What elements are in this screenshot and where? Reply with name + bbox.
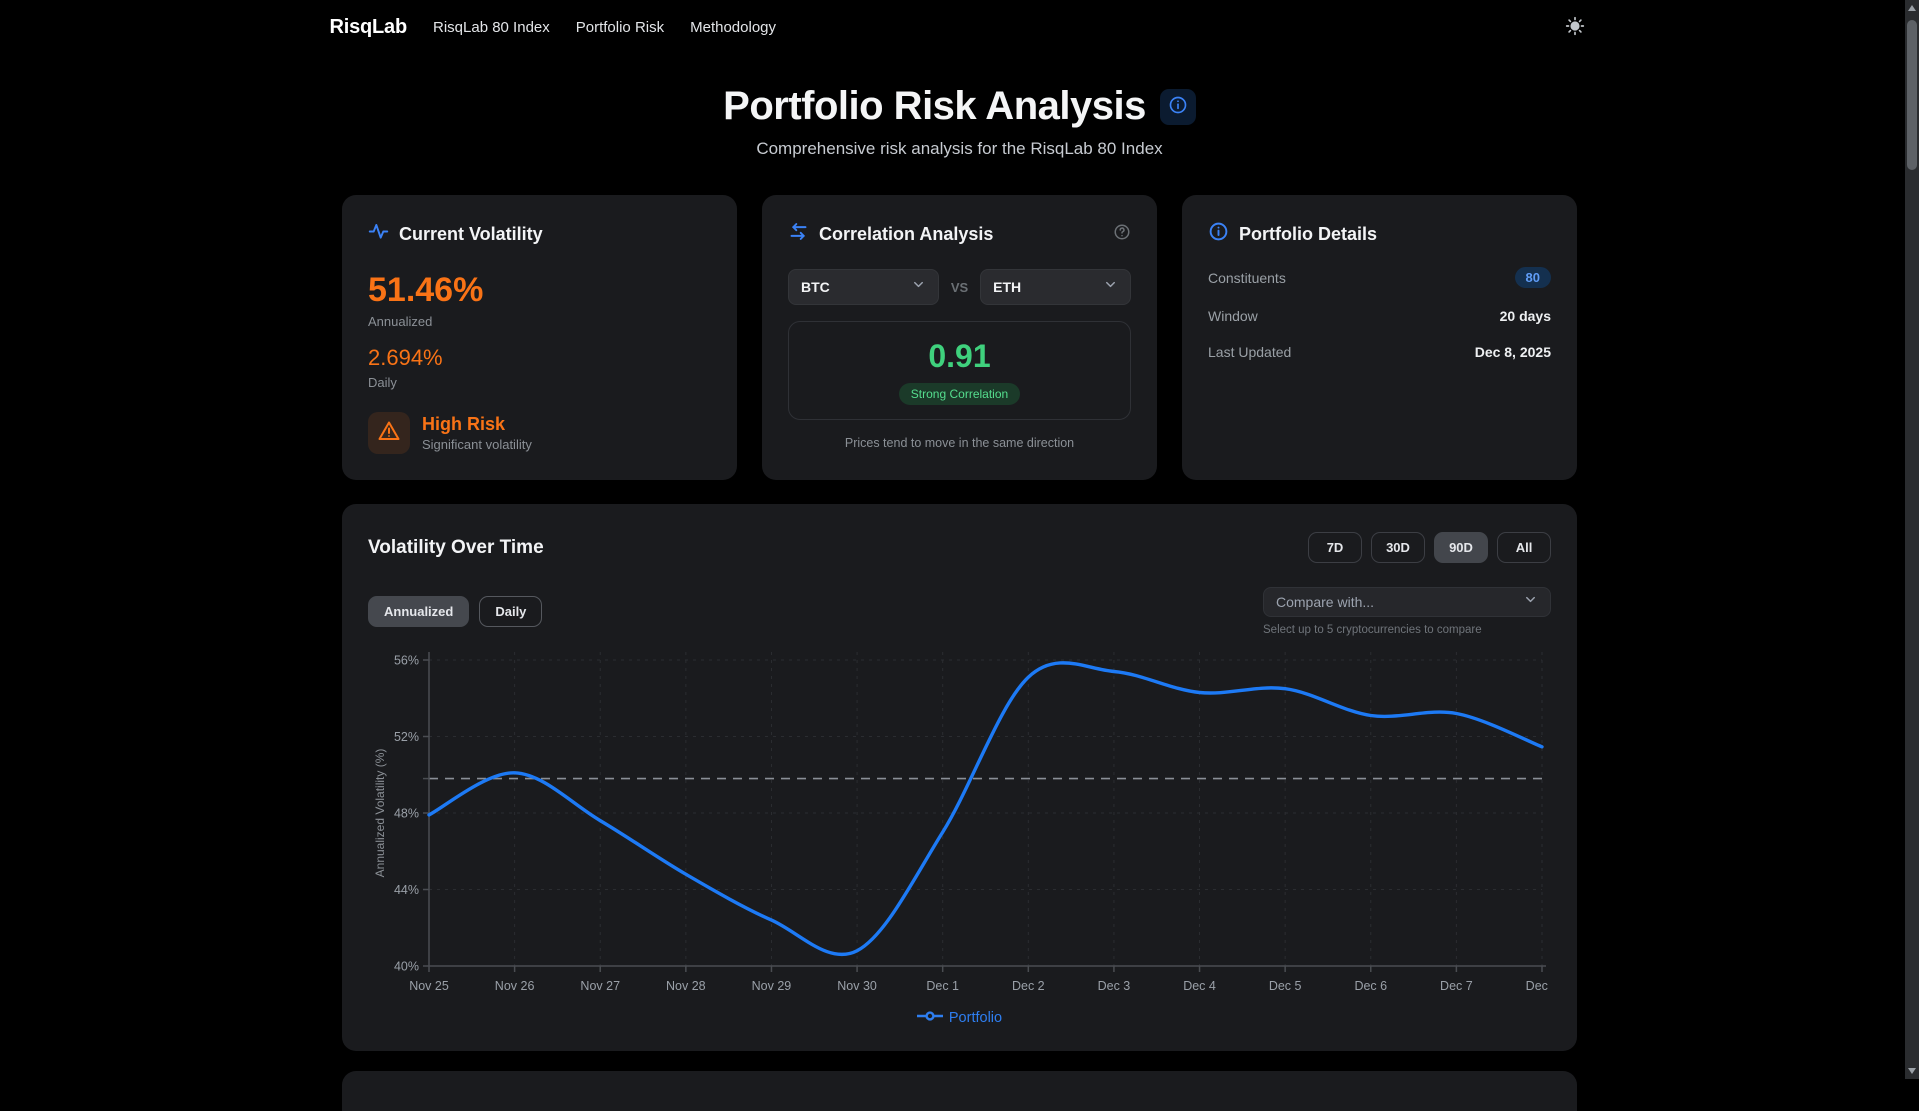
chart-legend-item-portfolio[interactable]: Portfolio xyxy=(368,1009,1551,1027)
scrollbar-thumb[interactable] xyxy=(1907,20,1917,170)
legend-label: Portfolio xyxy=(949,1010,1002,1026)
asset-a-value: BTC xyxy=(801,279,830,295)
detail-row-last-updated: Last Updated Dec 8, 2025 xyxy=(1208,344,1551,360)
theme-toggle-button[interactable] xyxy=(1560,12,1590,42)
svg-text:Dec 1: Dec 1 xyxy=(926,979,959,993)
vs-label: VS xyxy=(951,280,968,295)
card-title: Portfolio Details xyxy=(1239,224,1377,245)
swap-arrows-icon xyxy=(788,221,809,247)
svg-text:48%: 48% xyxy=(394,807,419,821)
volatility-chart-card: Volatility Over Time 7D 30D 90D All Annu… xyxy=(342,504,1577,1051)
brand-logo[interactable]: RisqLab xyxy=(330,16,408,39)
chevron-down-icon xyxy=(1103,277,1118,297)
detail-label: Window xyxy=(1208,308,1258,324)
svg-text:Dec 5: Dec 5 xyxy=(1269,979,1302,993)
svg-text:Nov 25: Nov 25 xyxy=(409,979,449,993)
nav-item-index[interactable]: RisqLab 80 Index xyxy=(433,19,550,36)
compare-with-select[interactable]: Compare with... xyxy=(1263,587,1551,617)
detail-value: 20 days xyxy=(1500,308,1551,324)
compare-hint-text: Select up to 5 cryptocurrencies to compa… xyxy=(1263,624,1551,636)
portfolio-details-card: Portfolio Details Constituents 80 Window… xyxy=(1182,195,1577,480)
range-button-group: 7D 30D 90D All xyxy=(1308,532,1551,563)
annualized-volatility-value: 51.46% xyxy=(368,271,711,310)
warning-icon-box xyxy=(368,412,410,454)
chevron-down-icon xyxy=(1523,592,1538,612)
nav-item-methodology[interactable]: Methodology xyxy=(690,19,776,36)
detail-label: Constituents xyxy=(1208,270,1286,286)
daily-label: Daily xyxy=(368,375,711,390)
chevron-down-icon xyxy=(911,277,926,297)
svg-text:56%: 56% xyxy=(394,654,419,668)
svg-text:Dec 7: Dec 7 xyxy=(1440,979,1473,993)
range-button-7d[interactable]: 7D xyxy=(1308,532,1362,563)
asset-b-select[interactable]: ETH xyxy=(980,269,1131,305)
annualized-label: Annualized xyxy=(368,314,711,329)
page-title: Portfolio Risk Analysis xyxy=(723,84,1146,129)
mode-toggle-group: Annualized Daily xyxy=(368,596,542,627)
asset-b-value: ETH xyxy=(993,279,1021,295)
svg-text:40%: 40% xyxy=(394,960,419,974)
mode-button-annualized[interactable]: Annualized xyxy=(368,596,469,627)
range-button-30d[interactable]: 30D xyxy=(1371,532,1425,563)
warning-triangle-icon xyxy=(377,419,401,448)
svg-text:Nov 30: Nov 30 xyxy=(837,979,877,993)
card-title: Current Volatility xyxy=(399,224,543,245)
risk-description: Significant volatility xyxy=(422,437,532,452)
card-title: Correlation Analysis xyxy=(819,224,993,245)
activity-icon xyxy=(368,221,389,247)
volatility-line-chart[interactable]: 40% 44% 48% 52% 56% Nov 25 Nov 26 Nov 27 Nov 28 N… xyxy=(368,646,1551,1003)
info-icon xyxy=(1168,95,1188,118)
scrollbar-down-arrow[interactable] xyxy=(1905,1063,1919,1079)
svg-text:Dec 4: Dec 4 xyxy=(1183,979,1216,993)
svg-text:Nov 29: Nov 29 xyxy=(752,979,792,993)
range-button-all[interactable]: All xyxy=(1497,532,1551,563)
svg-text:Dec 6: Dec 6 xyxy=(1354,979,1387,993)
svg-text:Dec 3: Dec 3 xyxy=(1098,979,1131,993)
current-volatility-card: Current Volatility 51.46% Annualized 2.6… xyxy=(342,195,737,480)
svg-text:Dec 2: Dec 2 xyxy=(1012,979,1045,993)
window-scrollbar[interactable] xyxy=(1905,0,1919,1079)
chart-title: Volatility Over Time xyxy=(368,537,544,559)
help-icon[interactable] xyxy=(1113,223,1131,246)
info-circle-icon xyxy=(1208,221,1229,247)
mode-button-daily[interactable]: Daily xyxy=(479,596,542,627)
nav-item-portfolio-risk[interactable]: Portfolio Risk xyxy=(576,19,664,36)
risk-level-label: High Risk xyxy=(422,414,532,435)
compare-placeholder: Compare with... xyxy=(1276,594,1374,610)
detail-label: Last Updated xyxy=(1208,344,1291,360)
next-section-card xyxy=(342,1071,1577,1111)
correlation-result-box: 0.91 Strong Correlation xyxy=(788,321,1131,420)
svg-text:Nov 28: Nov 28 xyxy=(666,979,706,993)
detail-row-window: Window 20 days xyxy=(1208,308,1551,324)
constituents-count-badge: 80 xyxy=(1515,267,1551,288)
correlation-analysis-card: Correlation Analysis BTC VS ETH xyxy=(762,195,1157,480)
svg-text:52%: 52% xyxy=(394,730,419,744)
correlation-caption: Prices tend to move in the same directio… xyxy=(788,436,1131,450)
range-button-90d[interactable]: 90D xyxy=(1434,532,1488,563)
asset-a-select[interactable]: BTC xyxy=(788,269,939,305)
detail-value: Dec 8, 2025 xyxy=(1475,344,1551,360)
svg-text:Annualized Volatility (%): Annualized Volatility (%) xyxy=(373,749,387,878)
correlation-value: 0.91 xyxy=(805,338,1114,375)
svg-text:44%: 44% xyxy=(394,883,419,897)
correlation-strength-badge: Strong Correlation xyxy=(899,383,1020,405)
svg-text:Nov 27: Nov 27 xyxy=(580,979,620,993)
title-info-button[interactable] xyxy=(1160,89,1196,125)
svg-text:Dec 8: Dec 8 xyxy=(1526,979,1551,993)
svg-text:Nov 26: Nov 26 xyxy=(495,979,535,993)
daily-volatility-value: 2.694% xyxy=(368,345,711,371)
page-subtitle: Comprehensive risk analysis for the Risq… xyxy=(0,139,1919,159)
scrollbar-up-arrow[interactable] xyxy=(1905,0,1919,16)
legend-line-marker-icon xyxy=(917,1009,943,1027)
top-nav: RisqLab RisqLab 80 Index Portfolio Risk … xyxy=(0,0,1919,54)
sun-icon xyxy=(1565,16,1585,39)
detail-row-constituents: Constituents 80 xyxy=(1208,267,1551,288)
